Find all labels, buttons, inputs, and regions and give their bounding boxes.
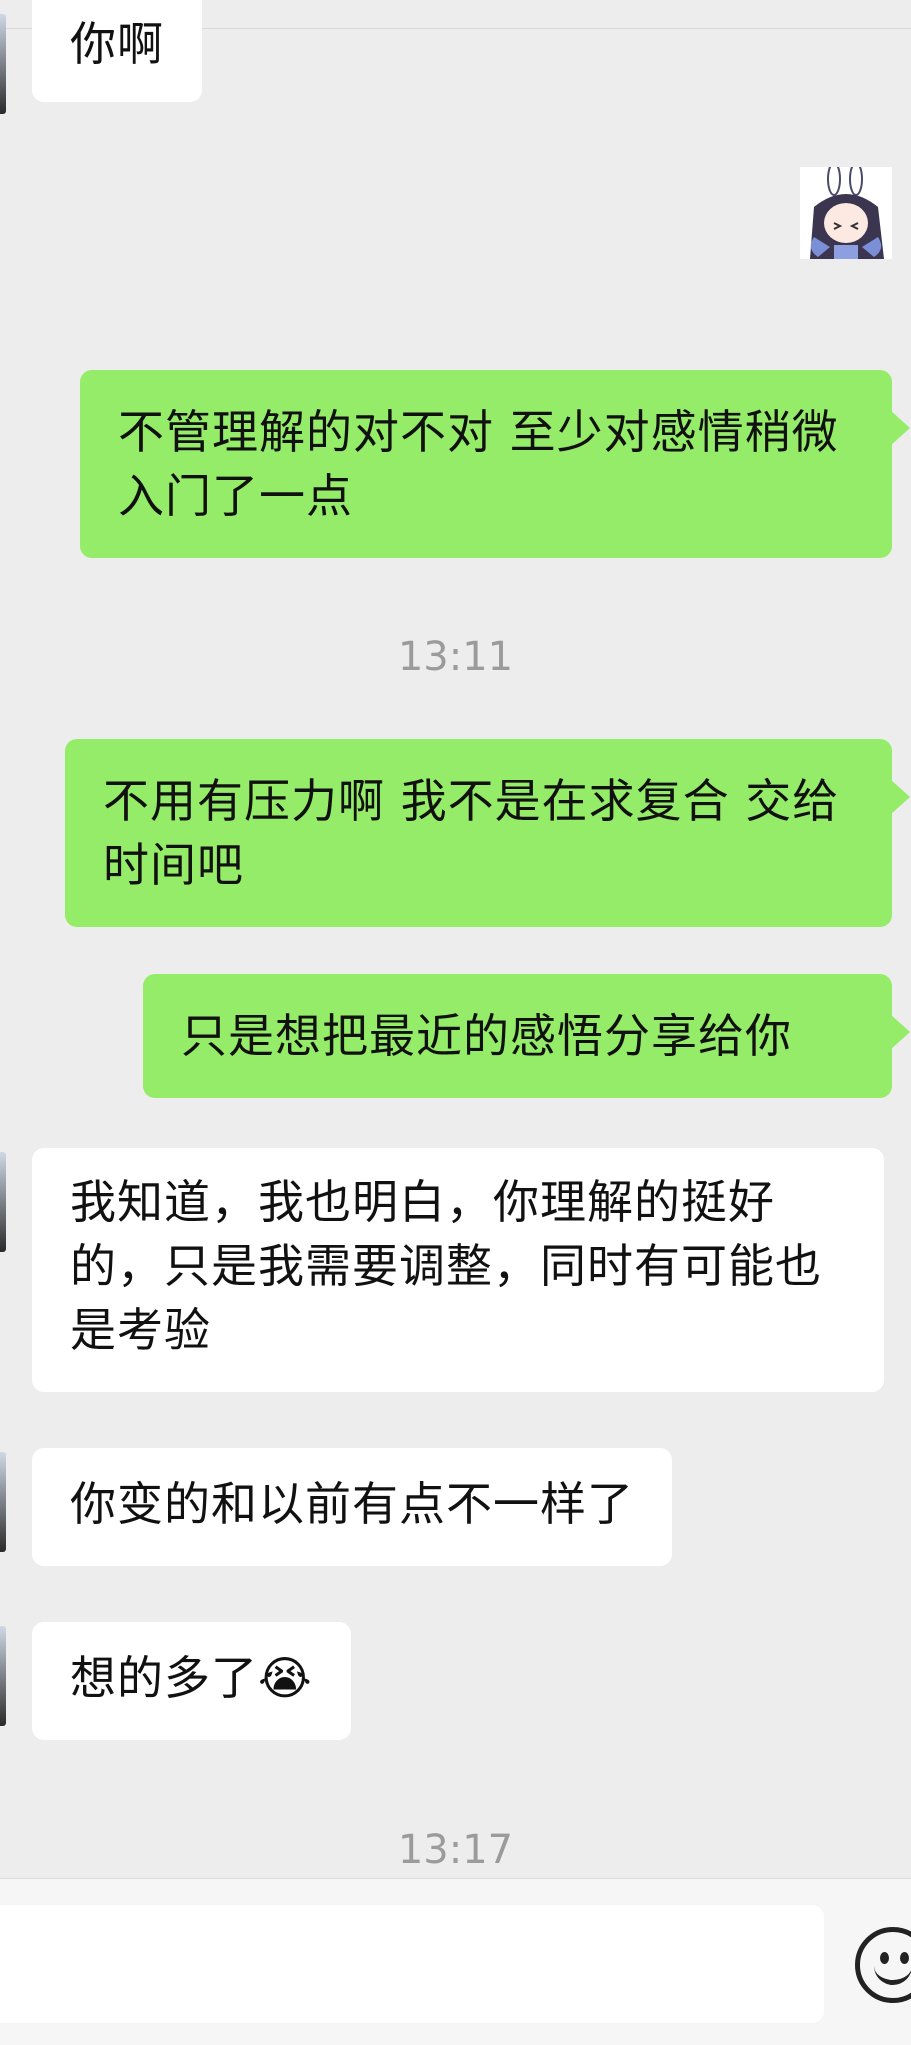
contact-avatar[interactable] (0, 14, 6, 114)
message-bubble-outgoing[interactable]: 不用有压力啊 我不是在求复合 交给时间吧 (65, 739, 910, 927)
message-text: 不用有压力啊 我不是在求复合 交给时间吧 (103, 774, 840, 892)
timestamp: 13:11 (397, 634, 514, 680)
message-bubble-incoming[interactable]: 你啊 (32, 0, 202, 102)
timestamp: 13:17 (397, 1827, 514, 1873)
message-text: 想的多了 (70, 1651, 258, 1705)
message-bubble-outgoing[interactable]: 不管理解的对不对 至少对感情稍微入门了一点 (80, 370, 910, 558)
message-bubble-outgoing[interactable]: 只是想把最近的感悟分享给你 (143, 974, 910, 1098)
message-text: 不管理解的对不对 至少对感情稍微入门了一点 (118, 405, 839, 523)
input-bar (0, 1878, 911, 2045)
contact-avatar[interactable] (0, 1626, 6, 1726)
message-text: 你啊 (70, 17, 164, 71)
chat-screen: 你啊 不管理解的对不对 至少对感情稍微入门了一点 13:11 不用有压力啊 我不… (0, 0, 911, 2045)
message-text: 我知道，我也明白，你理解的挺好的，只是我需要调整，同时有可能也是考验 (70, 1175, 822, 1357)
message-text: 只是想把最近的感悟分享给你 (181, 1009, 792, 1063)
message-input[interactable] (0, 1905, 824, 2023)
anime-girl-sticker-icon[interactable] (800, 167, 892, 259)
emoji-mouth (874, 1956, 911, 1985)
message-text: 你变的和以前有点不一样了 (70, 1477, 634, 1531)
contact-avatar[interactable] (0, 1152, 6, 1252)
message-bubble-incoming[interactable]: 你变的和以前有点不一样了 (32, 1448, 672, 1566)
crying-face-emoji-icon: 😭 (258, 1651, 313, 1705)
smiley-face-icon[interactable] (855, 1927, 911, 2003)
message-bubble-incoming[interactable]: 我知道，我也明白，你理解的挺好的，只是我需要调整，同时有可能也是考验 (32, 1148, 884, 1392)
message-bubble-incoming[interactable]: 想的多了😭 (32, 1622, 351, 1740)
contact-avatar[interactable] (0, 1452, 6, 1552)
